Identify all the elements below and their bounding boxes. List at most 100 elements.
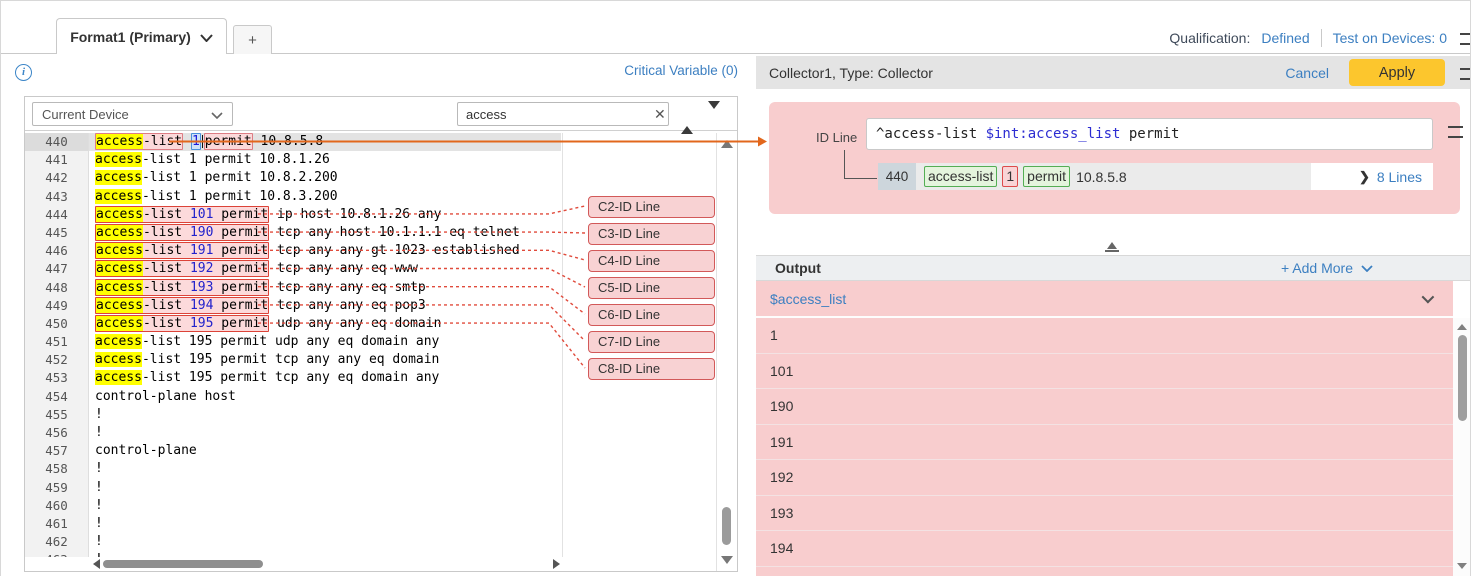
output-value-row[interactable]: 192 xyxy=(756,460,1453,496)
code-line[interactable]: 459! xyxy=(25,479,716,497)
match-box: access-list xyxy=(95,133,183,150)
device-select[interactable]: Current Device xyxy=(32,102,233,126)
critical-variable-link[interactable]: Critical Variable (0) xyxy=(24,63,738,78)
output-variable-row[interactable]: $access_list xyxy=(756,281,1453,318)
id-line-label: ID Line xyxy=(816,130,857,145)
output-value-row[interactable]: 194 xyxy=(756,531,1453,567)
line-number: 452 xyxy=(25,351,89,369)
scroll-left-icon[interactable] xyxy=(93,559,100,569)
id-line-annotation-chip: C6-ID Line xyxy=(588,304,715,326)
search-highlight: access xyxy=(96,261,143,276)
id-line-match-box: access-list 190 permit xyxy=(95,224,269,241)
vertical-scroll-thumb[interactable] xyxy=(722,507,731,545)
plus-icon: + xyxy=(248,32,257,49)
cancel-button[interactable]: Cancel xyxy=(1285,65,1329,81)
code-line[interactable]: 461! xyxy=(25,515,716,533)
search-highlight: access xyxy=(96,207,143,222)
line-content: access-list 101 permit ip host 10.8.1.26… xyxy=(89,206,441,224)
triangle-down-icon xyxy=(708,101,720,126)
line-number: 449 xyxy=(25,297,89,315)
line-number: 455 xyxy=(25,406,89,424)
search-highlight: access xyxy=(96,298,143,313)
line-number: 463 xyxy=(25,551,89,557)
chevron-down-icon xyxy=(1422,291,1435,304)
id-line-match-box: access-list 193 permit xyxy=(95,279,269,296)
search-highlight: access xyxy=(96,316,143,331)
search-highlight: access xyxy=(96,280,143,295)
code-line[interactable]: 454control-plane host xyxy=(25,388,716,406)
code-line[interactable]: 455! xyxy=(25,406,716,424)
chevron-down-icon xyxy=(211,107,223,122)
line-content: ! xyxy=(89,497,103,515)
match-token-red: 1 xyxy=(1002,166,1018,187)
output-value-row-partial xyxy=(756,567,1453,576)
line-number: 441 xyxy=(25,151,89,169)
id-line-match-box: access-list 192 permit xyxy=(95,260,269,277)
code-line[interactable]: 457control-plane xyxy=(25,442,716,460)
test-on-devices-link[interactable]: Test on Devices: 0 xyxy=(1333,30,1447,46)
matched-line-row[interactable]: 440 access-list1permit10.8.5.8 ❯ 8 Lines xyxy=(878,163,1433,190)
id-line-pattern-input[interactable]: ^access-list $int:access_list permit xyxy=(866,118,1433,150)
editor-horizontal-scrollbar[interactable] xyxy=(90,557,563,571)
line-number: 454 xyxy=(25,388,89,406)
matched-line-tokens: access-list1permit10.8.5.8 xyxy=(916,163,1311,190)
add-more-button[interactable]: + Add More xyxy=(1281,260,1373,276)
collapse-panel-button[interactable] xyxy=(1101,242,1123,255)
output-value-row[interactable]: 1 xyxy=(756,318,1453,354)
code-line[interactable]: 442access-list 1 permit 10.8.2.200 xyxy=(25,169,716,187)
apply-button[interactable]: Apply xyxy=(1349,59,1445,86)
line-content: access-list 191 permit tcp any any gt 10… xyxy=(89,242,520,260)
search-highlight: access xyxy=(96,243,143,258)
output-scrollbar[interactable] xyxy=(1453,318,1471,576)
search-input[interactable] xyxy=(458,107,650,122)
output-value-row[interactable]: 101 xyxy=(756,354,1453,390)
device-select-value: Current Device xyxy=(42,107,129,122)
line-content: access-list 1 permit 10.8.3.200 xyxy=(89,188,338,206)
code-line[interactable]: 440access-list 1permit 10.8.5.8 xyxy=(25,133,716,151)
output-header: Output + Add More xyxy=(756,255,1471,281)
line-number: 460 xyxy=(25,497,89,515)
output-value-row[interactable]: 191 xyxy=(756,425,1453,461)
code-line[interactable]: 441access-list 1 permit 10.8.1.26 xyxy=(25,151,716,169)
line-number: 461 xyxy=(25,515,89,533)
id-line-annotation-chip: C4-ID Line xyxy=(588,250,715,272)
code-line[interactable]: 456! xyxy=(25,424,716,442)
editor-vertical-scrollbar[interactable] xyxy=(716,133,737,571)
scroll-down-icon[interactable] xyxy=(1457,563,1467,569)
code-line[interactable]: 462! xyxy=(25,533,716,551)
code-line[interactable]: 458! xyxy=(25,460,716,478)
output-title: Output xyxy=(756,260,1281,276)
match-token-plain: 10.8.5.8 xyxy=(1076,169,1127,185)
find-previous-button[interactable] xyxy=(681,109,693,127)
id-line-match-box: access-list 101 permit xyxy=(95,206,269,223)
line-content: control-plane host xyxy=(89,388,236,406)
expand-lines-button[interactable]: ❯ 8 Lines xyxy=(1311,163,1433,190)
line-content: access-list 194 permit tcp any any eq po… xyxy=(89,297,426,315)
horizontal-scroll-thumb[interactable] xyxy=(103,560,263,568)
output-value-row[interactable]: 190 xyxy=(756,389,1453,425)
menu-icon[interactable] xyxy=(1458,34,1462,42)
clear-search-icon[interactable]: ✕ xyxy=(650,107,674,121)
line-number: 442 xyxy=(25,169,89,187)
output-value-row[interactable]: 193 xyxy=(756,496,1453,532)
scroll-up-icon[interactable] xyxy=(1457,324,1467,330)
connector-elbow xyxy=(844,150,877,179)
line-content: access-list 192 permit tcp any any eq ww… xyxy=(89,260,418,278)
scroll-down-icon[interactable] xyxy=(721,556,733,564)
line-content: control-plane xyxy=(89,442,197,460)
scroll-up-icon[interactable] xyxy=(721,140,733,148)
search-highlight: access xyxy=(95,352,142,367)
output-values-list: 1101190191192193194 xyxy=(756,318,1453,576)
output-scroll-thumb[interactable] xyxy=(1458,335,1467,421)
code-line[interactable]: 460! xyxy=(25,497,716,515)
tab-format1-primary[interactable]: Format1 (Primary) xyxy=(56,18,227,54)
qualification-value-link[interactable]: Defined xyxy=(1261,30,1309,46)
acl-number: 101 xyxy=(190,207,213,222)
find-next-button[interactable] xyxy=(708,109,720,127)
line-content: access-list 1permit 10.8.5.8 xyxy=(89,133,561,151)
search-highlight: access xyxy=(95,189,142,204)
line-content: access-list 195 permit udp any any eq do… xyxy=(89,315,441,333)
collapse-triangle-icon xyxy=(1107,242,1117,249)
scroll-right-icon[interactable] xyxy=(553,559,560,569)
add-tab-button[interactable]: + xyxy=(233,25,272,54)
